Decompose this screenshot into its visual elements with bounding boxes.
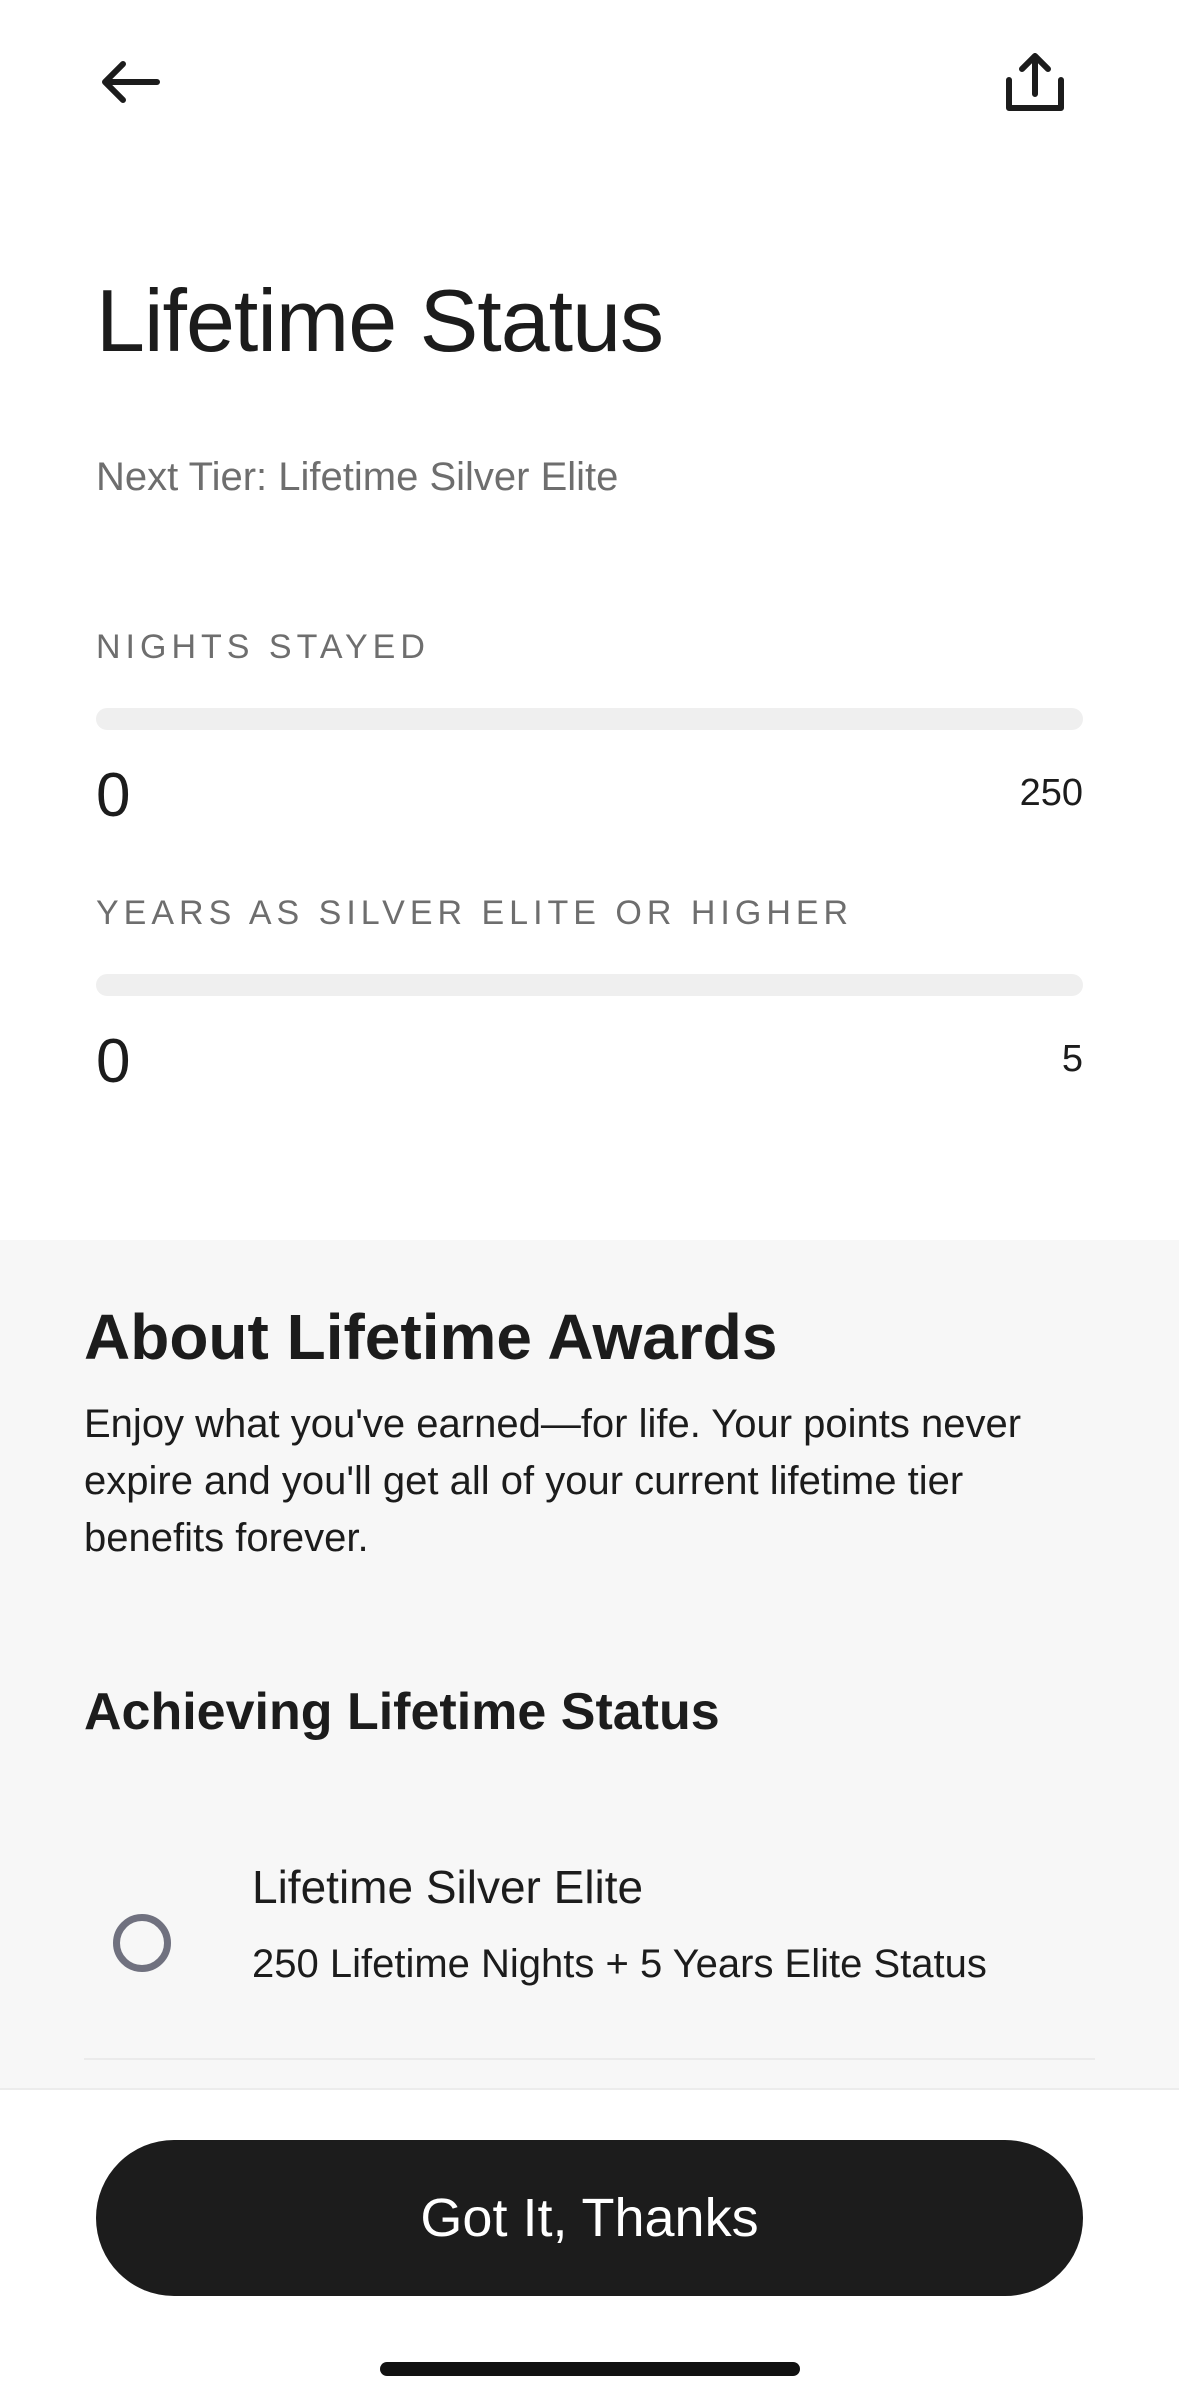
lifetime-status-screen: Lifetime Status Next Tier: Lifetime Silv…	[0, 0, 1179, 2396]
page-title: Lifetime Status	[96, 271, 664, 370]
empty-circle-icon	[113, 1914, 171, 1972]
tier-requirement: 250 Lifetime Nights + 5 Years Elite Stat…	[252, 1942, 987, 1986]
next-tier-label: Next Tier: Lifetime Silver Elite	[96, 455, 619, 499]
footer: Got It, Thanks	[0, 2088, 1179, 2396]
share-button[interactable]	[1000, 44, 1070, 120]
achieving-title: Achieving Lifetime Status	[84, 1683, 720, 1741]
about-description: Enjoy what you've earned—for life. Your …	[84, 1402, 1022, 1560]
nights-current-value: 0	[96, 761, 131, 830]
years-elite-label: YEARS AS SILVER ELITE OR HIGHER	[96, 894, 854, 932]
arrow-left-icon	[102, 61, 160, 103]
tier-row: Lifetime Silver Elite 250 Lifetime Night…	[84, 1860, 1095, 2060]
nights-progress-bar	[96, 708, 1083, 730]
tier-name: Lifetime Silver Elite	[252, 1861, 644, 1913]
nights-target-value: 250	[1019, 772, 1083, 814]
home-indicator	[380, 2362, 800, 2376]
share-upload-icon	[1006, 53, 1064, 111]
years-target-value: 5	[1061, 1038, 1083, 1080]
about-lifetime-section: About Lifetime Awards Enjoy what you've …	[0, 1240, 1179, 2090]
nights-stayed-label: NIGHTS STAYED	[96, 628, 430, 666]
got-it-button[interactable]: Got It, Thanks	[96, 2140, 1083, 2296]
years-progress-bar	[96, 974, 1083, 996]
back-button[interactable]	[96, 54, 166, 110]
about-title: About Lifetime Awards	[84, 1301, 778, 1373]
years-current-value: 0	[96, 1027, 131, 1096]
